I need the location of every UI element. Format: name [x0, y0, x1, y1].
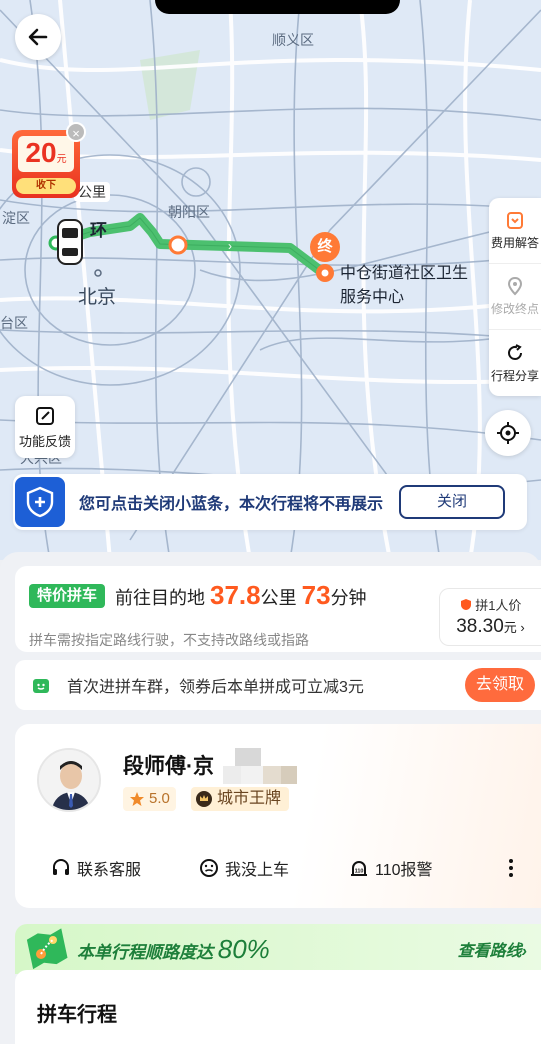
route-match-bar[interactable]: 本单行程顺路度达 80% 查看路线› — [15, 924, 541, 974]
route-match-percent: 80% — [217, 933, 270, 964]
police-110-label: 110报警 — [375, 862, 433, 879]
car-icon — [57, 219, 83, 265]
fee-icon — [507, 212, 523, 229]
bottom-sheet[interactable]: 特价拼车 前往目的地 37.8公里 73分钟 拼车需按指定路线行驶，不支持改路线… — [0, 552, 541, 1044]
police-110-button[interactable]: 110 110报警 — [349, 856, 433, 880]
crosshair-icon — [497, 422, 519, 444]
coupon-close-icon[interactable]: × — [66, 122, 86, 142]
destination-name-line2: 服务中心 — [340, 289, 405, 306]
more-options-icon[interactable] — [509, 859, 513, 877]
shield-icon — [15, 477, 65, 527]
destination-end-marker: 终 — [310, 232, 340, 262]
destination-pin-icon — [316, 264, 334, 282]
side-panel: 费用解答 修改终点 行程分享 — [489, 198, 541, 396]
share-trip-label: 行程分享 — [490, 368, 539, 383]
fee-explain-button[interactable]: 费用解答 — [489, 198, 541, 264]
driver-avatar — [37, 748, 101, 812]
share-icon — [508, 343, 522, 360]
group-coupon-text: 首次进拼车群，领券后本单拼成可立减3元 — [67, 679, 364, 696]
trip-time: 73 — [301, 580, 331, 610]
price-unit: 元 — [503, 620, 517, 635]
trip-time-unit: 分钟 — [330, 588, 367, 608]
driver-name: 段师傅·京 — [123, 755, 214, 778]
svg-text:›: › — [228, 239, 232, 253]
back-button[interactable] — [15, 14, 61, 60]
map-label-shunyi: 顺义区 — [272, 32, 314, 48]
police-alarm-icon: 110 — [351, 861, 368, 876]
map-label-tai: 台区 — [0, 315, 28, 331]
location-pin-icon — [507, 276, 523, 296]
safety-tip-bar: 您可点击关闭小蓝条，本次行程将不再展示 关闭 — [13, 474, 527, 530]
price-label-row: 拼1人价 — [440, 595, 541, 614]
carpool-trip-card: 拼车行程 — [15, 970, 541, 1044]
arrow-left-icon — [28, 28, 48, 46]
driver-rating: 5.0 — [149, 790, 170, 807]
price-value-row: 38.30元 › — [440, 616, 541, 638]
destination-label: 中仓街道社区卫生 服务中心 — [340, 262, 468, 310]
not-in-car-button[interactable]: 我没上车 — [199, 856, 289, 880]
map-label-dian: 淀区 — [2, 210, 30, 226]
trip-distance: 37.8 — [210, 580, 261, 610]
coupon-amount: 20 — [25, 137, 57, 168]
contact-service-label: 联系客服 — [77, 862, 142, 879]
status-notch — [155, 0, 400, 14]
price-shield-icon — [460, 599, 471, 610]
trip-prefix: 前往目的地 — [115, 588, 205, 608]
driver-badge-label: 城市王牌 — [217, 790, 282, 807]
fee-explain-label: 费用解答 — [490, 236, 539, 250]
feedback-edit-icon — [36, 406, 54, 425]
svg-text:110: 110 — [355, 869, 364, 875]
coupon-unit: 元 — [56, 154, 67, 165]
trip-notice: 拼车需按指定路线行驶，不支持改路线或指路 — [29, 632, 309, 648]
not-in-car-label: 我没上车 — [225, 862, 290, 879]
trip-distance-unit: 公里 — [260, 588, 297, 608]
route-match-text: 本单行程顺路度达 80% — [77, 934, 458, 965]
face-icon — [200, 859, 219, 877]
license-plate-mosaic — [223, 748, 297, 784]
coupon-take-button[interactable]: 收下 — [16, 178, 76, 194]
route-match-label: 本单行程顺路度达 — [77, 942, 213, 962]
driver-card: 段师傅·京 5.0 城市王牌 联系客服 我没上车 110 110报警 — [15, 724, 541, 908]
coupon-ticket: 20元 — [18, 136, 74, 172]
crown-icon — [196, 791, 212, 807]
group-coupon-card: 首次进拼车群，领券后本单拼成可立减3元 去领取 — [15, 660, 541, 710]
carpool-tag: 特价拼车 — [29, 584, 106, 608]
feedback-button[interactable]: 功能反馈 — [15, 396, 75, 458]
map-label-chaoyang: 朝阳区 — [168, 204, 210, 220]
chevron-right-icon: › — [521, 943, 527, 960]
modify-destination-label: 修改终点 — [490, 302, 539, 316]
map-label-beijing: 北京 — [78, 287, 117, 308]
carpool-trip-title: 拼车行程 — [37, 1004, 117, 1026]
price-label: 拼1人价 — [475, 598, 522, 613]
price-value: 38.30 — [456, 616, 504, 637]
trip-distance-line: 前往目的地 37.8公里 73分钟 — [115, 580, 367, 611]
chevron-right-icon: › — [516, 620, 525, 635]
group-bag-icon — [33, 679, 49, 693]
trip-summary-card: 特价拼车 前往目的地 37.8公里 73分钟 拼车需按指定路线行驶，不支持改路线… — [15, 566, 541, 652]
feedback-label: 功能反馈 — [18, 433, 71, 449]
star-icon — [130, 792, 144, 806]
safety-tip-text: 您可点击关闭小蓝条，本次行程将不再展示 — [79, 496, 384, 513]
contact-service-button[interactable]: 联系客服 — [51, 856, 141, 880]
route-map-icon — [26, 928, 68, 970]
coupon-popup[interactable]: 20元 收下 × — [8, 122, 88, 202]
share-trip-button[interactable]: 行程分享 — [489, 330, 541, 396]
driver-rating-badge: 5.0 — [123, 787, 176, 811]
headset-icon — [53, 859, 69, 875]
group-claim-button[interactable]: 去领取 — [465, 668, 535, 702]
destination-name-line1: 中仓街道社区卫生 — [340, 265, 469, 282]
price-box[interactable]: 拼1人价 38.30元 › — [439, 588, 541, 646]
map-view[interactable]: › 顺义区 朝阳区 北京 环 公里 淀区 台区 大兴区 终 中仓街道社区卫生 服… — [0, 0, 541, 560]
modify-destination-button[interactable]: 修改终点 — [489, 264, 541, 330]
locate-button[interactable] — [485, 410, 531, 456]
view-route-link[interactable]: 查看路线› — [458, 937, 527, 961]
driver-honor-badge: 城市王牌 — [191, 787, 290, 811]
driver-actions: 联系客服 我没上车 110 110报警 — [15, 856, 541, 880]
view-route-label: 查看路线 — [457, 943, 522, 960]
safety-tip-close-button[interactable]: 关闭 — [399, 485, 505, 519]
map-label-ring: 环 — [90, 221, 107, 240]
